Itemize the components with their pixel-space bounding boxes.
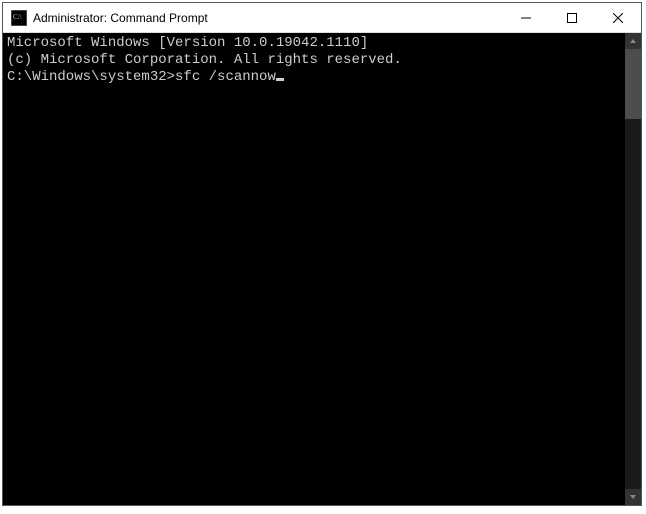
maximize-icon (567, 13, 577, 23)
svg-text:C:\: C:\ (13, 13, 22, 21)
titlebar[interactable]: C:\ Administrator: Command Prompt (3, 3, 641, 33)
scrollbar-track[interactable] (625, 49, 641, 489)
minimize-icon (521, 13, 531, 23)
console-line: Microsoft Windows [Version 10.0.19042.11… (7, 35, 621, 52)
text-cursor (276, 78, 284, 81)
console-prompt-line: C:\Windows\system32>sfc /scannow (7, 69, 621, 86)
console-prompt: C:\Windows\system32> (7, 69, 175, 85)
window-controls (503, 3, 641, 32)
window-title: Administrator: Command Prompt (33, 11, 208, 25)
scroll-up-button[interactable] (625, 33, 641, 49)
close-button[interactable] (595, 3, 641, 32)
chevron-up-icon (629, 37, 637, 45)
vertical-scrollbar[interactable] (625, 33, 641, 505)
console-output[interactable]: Microsoft Windows [Version 10.0.19042.11… (3, 33, 625, 505)
scrollbar-thumb[interactable] (625, 49, 641, 119)
minimize-button[interactable] (503, 3, 549, 32)
maximize-button[interactable] (549, 3, 595, 32)
close-icon (613, 13, 623, 23)
chevron-down-icon (629, 493, 637, 501)
cmd-icon: C:\ (11, 10, 27, 26)
command-prompt-window: C:\ Administrator: Command Prompt Micros… (2, 2, 642, 506)
client-area: Microsoft Windows [Version 10.0.19042.11… (3, 33, 641, 505)
scroll-down-button[interactable] (625, 489, 641, 505)
console-line: (c) Microsoft Corporation. All rights re… (7, 52, 621, 69)
console-command: sfc /scannow (175, 69, 276, 85)
